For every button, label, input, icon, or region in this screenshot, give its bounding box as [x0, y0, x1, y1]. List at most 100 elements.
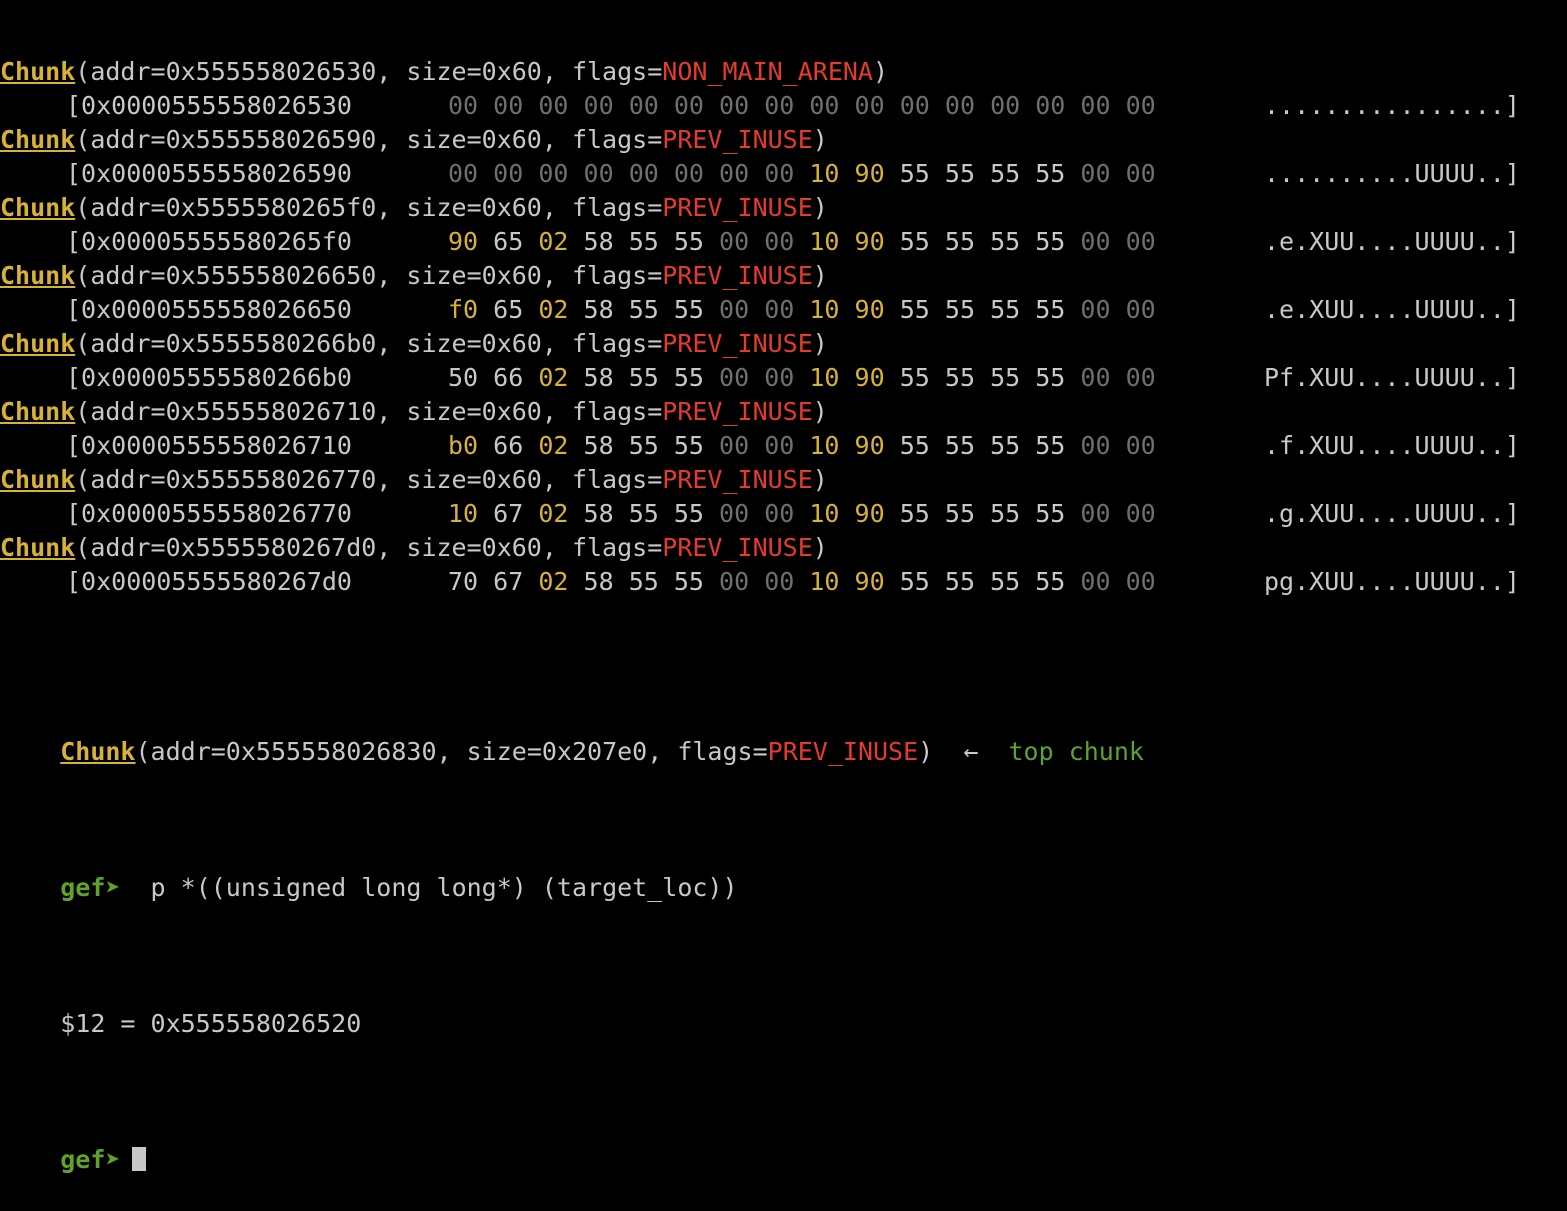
chunk-header-close: )	[918, 737, 934, 766]
hexdump-bytes: 00 00 00 00 00 00 00 00 10 90 55 55 55 5…	[448, 157, 1264, 191]
hex-byte: b0	[448, 431, 479, 460]
hex-byte: 55	[673, 499, 704, 528]
hex-byte: 02	[538, 363, 569, 392]
top-chunk-note: top chunk	[1008, 737, 1144, 766]
hex-byte: 00	[764, 91, 795, 120]
chunk-header-close: )	[872, 57, 889, 86]
hex-byte: 02	[538, 567, 569, 596]
hex-byte: 10	[809, 159, 840, 188]
hex-byte: 00	[673, 91, 704, 120]
hex-byte: 90	[448, 227, 479, 256]
terminal-output[interactable]: Chunk (addr=0x555558026530, size=0x60, fl…	[0, 0, 1567, 1177]
chunk-keyword: Chunk	[60, 737, 136, 766]
hexdump-line: [0x00005555580266b0 50 66 02 58 55 55 00 …	[0, 361, 1567, 395]
hexdump-ascii: ..........UUUU..]	[1264, 159, 1520, 188]
hexdump-bytes: 10 67 02 58 55 55 00 00 10 90 55 55 55 5…	[448, 497, 1264, 531]
hexdump-bytes: b0 66 02 58 55 55 00 00 10 90 55 55 55 5…	[448, 429, 1264, 463]
chunk-keyword: Chunk	[0, 397, 76, 426]
hex-byte: 90	[854, 159, 885, 188]
chunk-header-text: (addr=0x5555580265f0, size=0x60, flags=	[75, 193, 663, 222]
hex-byte: 55	[944, 363, 975, 392]
chunk-header-line: Chunk(addr=0x555558026770, size=0x60, fl…	[0, 463, 1567, 497]
hexdump-bytes: 50 66 02 58 55 55 00 00 10 90 55 55 55 5…	[448, 361, 1264, 395]
hex-byte: 55	[944, 567, 975, 596]
hex-byte: 00	[719, 159, 750, 188]
hex-byte: 55	[899, 499, 930, 528]
hex-byte: 55	[673, 295, 704, 324]
hex-byte: 55	[899, 159, 930, 188]
hex-byte: 00	[1125, 431, 1156, 460]
hex-byte: 55	[944, 295, 975, 324]
hex-byte: 00	[493, 159, 524, 188]
chunk-header-close: )	[812, 125, 828, 154]
hex-byte: 00	[1125, 567, 1156, 596]
hexdump-bytes: 70 67 02 58 55 55 00 00 10 90 55 55 55 5…	[448, 565, 1264, 599]
chunk-flag: PREV_INUSE	[662, 533, 813, 562]
chunk-header-line: Chunk(addr=0x5555580265f0, size=0x60, fl…	[0, 191, 1567, 225]
text-cursor[interactable]	[132, 1147, 147, 1171]
hexdump-address: [0x0000555558026590	[66, 159, 352, 188]
hex-byte: 00	[493, 91, 524, 120]
hex-byte: 58	[583, 567, 614, 596]
hex-byte: 90	[854, 499, 885, 528]
hex-byte: 55	[990, 295, 1021, 324]
hex-byte: 00	[1125, 159, 1156, 188]
hex-byte: 00	[1080, 567, 1111, 596]
hex-byte: 00	[1080, 159, 1111, 188]
hex-byte: 00	[719, 431, 750, 460]
hex-byte: 00	[448, 159, 479, 188]
hex-byte: 00	[719, 91, 750, 120]
chunk-header-text: (addr=0x555558026590, size=0x60, flags=	[75, 125, 663, 154]
chunk-keyword: Chunk	[0, 465, 76, 494]
hexdump-address: [0x00005555580267d0	[66, 567, 352, 596]
hex-byte: 50	[448, 363, 479, 392]
hex-byte: 00	[809, 91, 840, 120]
hexdump-ascii: Pf.XUU....UUUU..]	[1264, 363, 1520, 392]
hex-byte: 90	[854, 567, 885, 596]
chunk-header-line: Chunk(addr=0x555558026590, size=0x60, fl…	[0, 123, 1567, 157]
hex-byte: 10	[448, 499, 479, 528]
hex-byte: 55	[990, 363, 1021, 392]
hex-byte: 58	[583, 295, 614, 324]
input-line[interactable]: gef➤	[0, 1109, 1567, 1174]
hex-byte: 55	[673, 227, 704, 256]
hex-byte: 00	[719, 363, 750, 392]
hex-byte: 55	[899, 227, 930, 256]
chunk-header-close: )	[812, 465, 828, 494]
hex-byte: 55	[990, 499, 1021, 528]
top-chunk-line: Chunk(addr=0x555558026830, size=0x207e0,…	[0, 701, 1567, 766]
chunk-keyword: Chunk	[0, 261, 76, 290]
gef-prompt: gef➤	[60, 873, 121, 902]
hex-byte: 90	[854, 295, 885, 324]
hex-byte: 55	[944, 431, 975, 460]
hex-byte: 55	[1035, 159, 1066, 188]
hex-byte: 00	[1125, 499, 1156, 528]
chunk-header-text: (addr=0x555558026830, size=0x207e0, flag…	[135, 737, 768, 766]
chunk-header-line: Chunk(addr=0x5555580267d0, size=0x60, fl…	[0, 531, 1567, 565]
hex-byte: 55	[1035, 499, 1066, 528]
hexdump-line: [0x0000555558026770 10 67 02 58 55 55 00 …	[0, 497, 1567, 531]
hex-byte: 10	[809, 295, 840, 324]
hex-byte: 55	[990, 159, 1021, 188]
hex-byte: 90	[854, 431, 885, 460]
chunk-header-text: (addr=0x555558026770, size=0x60, flags=	[75, 465, 663, 494]
chunk-header-line: Chunk(addr=0x555558026650, size=0x60, fl…	[0, 259, 1567, 293]
command-text: p *((unsigned long long*) (target_loc))	[120, 873, 738, 902]
hex-byte: 58	[583, 431, 614, 460]
hex-byte: 55	[628, 295, 659, 324]
hex-byte: 00	[1125, 91, 1156, 120]
hexdump-bytes: 90 65 02 58 55 55 00 00 10 90 55 55 55 5…	[448, 225, 1264, 259]
chunk-header-close: )	[812, 193, 828, 222]
left-arrow-icon: ←	[933, 737, 1009, 766]
hex-byte: 00	[764, 227, 795, 256]
chunk-header-text: (addr=0x555558026530, size=0x60, flags=	[75, 57, 663, 86]
result-line: $12 = 0x555558026520	[0, 973, 1567, 1038]
hex-byte: 10	[809, 499, 840, 528]
chunk-keyword: Chunk	[0, 125, 76, 154]
hex-byte: 58	[583, 499, 614, 528]
hex-byte: 00	[990, 91, 1021, 120]
chunk-flag: PREV_INUSE	[662, 397, 813, 426]
hex-byte: 55	[899, 431, 930, 460]
gef-prompt: gef➤	[60, 1145, 121, 1174]
hexdump-address: [0x0000555558026530	[66, 91, 352, 120]
